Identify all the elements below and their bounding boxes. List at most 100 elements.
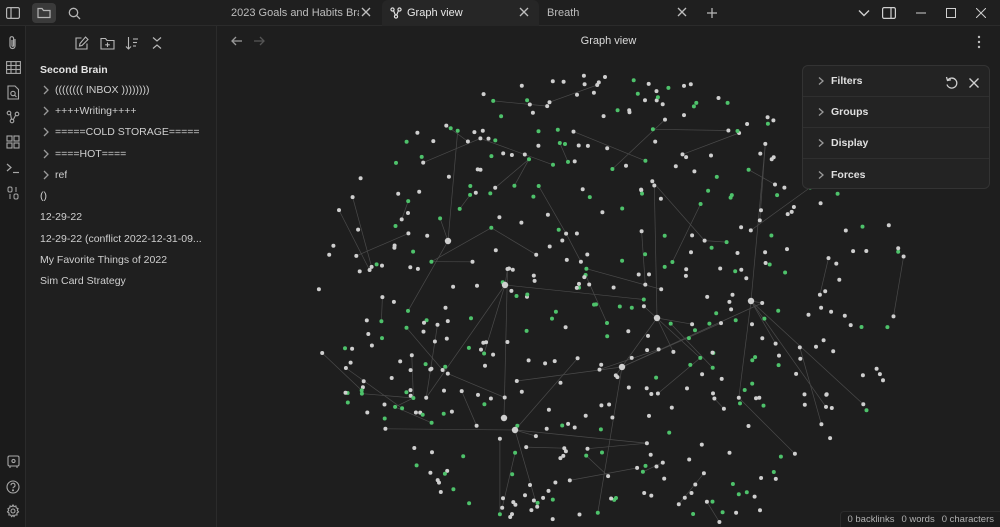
graph-node[interactable] [687,457,692,462]
graph-node[interactable] [577,281,581,286]
graph-node[interactable] [482,351,487,356]
graph-node[interactable] [584,266,589,271]
close-icon[interactable] [675,5,689,19]
graph-node[interactable] [534,252,539,257]
graph-node[interactable] [350,195,355,200]
graph-node[interactable] [383,426,388,431]
graph-node[interactable] [615,108,620,113]
graph-node[interactable] [603,75,607,79]
graph-node[interactable] [699,442,704,447]
graph-node[interactable] [717,520,722,524]
graph-node[interactable] [819,422,824,427]
graph-node[interactable] [745,122,750,126]
graph-node[interactable] [505,340,510,344]
graph-node[interactable] [394,160,398,165]
collapse-all-icon[interactable] [148,34,166,52]
graph-node[interactable] [662,264,667,269]
graph-node[interactable] [744,490,749,495]
graph-node[interactable] [584,453,589,458]
file-item[interactable]: 12-29-22 (conflict 2022-12-31-09... [26,229,216,249]
graph-node[interactable] [535,504,540,509]
graph-node[interactable] [773,341,778,346]
folder-cold-storage[interactable]: =====COLD STORAGE===== [26,122,216,142]
graph-node[interactable] [587,195,592,200]
graph-node[interactable] [561,79,566,84]
graph-node[interactable] [510,472,515,477]
graph-node[interactable] [618,363,626,371]
graph-node[interactable] [547,100,552,105]
graph-node[interactable] [707,321,712,326]
tab-goals[interactable]: 2023 Goals and Habits Bra... [223,0,381,26]
graph-node[interactable] [413,410,418,415]
graph-node[interactable] [747,297,755,305]
graph-node[interactable] [680,152,685,157]
graph-node[interactable] [671,349,676,354]
graph-node[interactable] [468,192,473,197]
graph-node[interactable] [585,252,590,257]
graph-node[interactable] [785,212,790,217]
graph-node[interactable] [860,224,865,229]
graph-node[interactable] [601,114,606,119]
graph-node[interactable] [735,129,740,133]
terminal-icon[interactable] [3,158,23,178]
graph-node[interactable] [901,254,906,259]
graph-node[interactable] [624,163,628,168]
graph-node[interactable] [670,260,675,264]
graph-node[interactable] [655,391,660,396]
graph-node[interactable] [553,309,558,314]
graph-node[interactable] [350,346,355,351]
graph-node[interactable] [380,295,385,300]
graph-node[interactable] [647,413,651,418]
graph-node[interactable] [380,336,384,341]
graph-node[interactable] [818,201,823,206]
graph-node[interactable] [730,482,735,486]
graph-node[interactable] [582,82,587,87]
graph-node[interactable] [491,98,496,103]
graph-node[interactable] [575,356,580,361]
graph-node[interactable] [519,389,524,394]
graph-node[interactable] [423,362,428,367]
graph-node[interactable] [497,512,502,517]
graph-node[interactable] [415,266,420,271]
graph-node[interactable] [719,321,723,326]
minimize-icon[interactable] [911,4,931,22]
graph-node[interactable] [527,102,532,107]
graph-node[interactable] [736,492,741,497]
graph-node[interactable] [502,395,507,400]
graph-node[interactable] [631,78,636,83]
graph-node[interactable] [763,250,768,255]
graph-node[interactable] [629,305,634,310]
graph-node[interactable] [429,420,434,425]
graph-node[interactable] [563,142,567,146]
graph-node[interactable] [776,363,781,368]
graph-node[interactable] [597,367,602,372]
graph-node[interactable] [605,146,610,151]
graph-node[interactable] [792,451,797,456]
graph-node[interactable] [842,313,847,318]
graph-node[interactable] [519,83,524,88]
graph-node[interactable] [653,314,661,322]
graph-node[interactable] [389,376,394,380]
graph-node[interactable] [682,83,686,88]
graph-node[interactable] [343,390,348,395]
graph-node[interactable] [575,92,579,97]
graph-node[interactable] [659,287,664,292]
graph-node[interactable] [698,355,703,360]
graph-node[interactable] [730,292,735,297]
graph-node[interactable] [739,225,744,230]
graph-node[interactable] [791,205,796,209]
graph-node[interactable] [701,471,706,476]
graph-node[interactable] [773,182,777,187]
graph-node[interactable] [600,210,605,215]
graph-node[interactable] [686,336,691,341]
graph-node[interactable] [525,98,530,103]
graph-node[interactable] [714,174,719,179]
graph-node[interactable] [558,456,563,461]
graph-node[interactable] [758,151,763,156]
graph-node[interactable] [711,391,715,396]
graph-node[interactable] [673,164,678,169]
graph-node[interactable] [662,233,667,238]
graph-node[interactable] [359,388,364,393]
graph-node[interactable] [733,318,738,323]
graph-node[interactable] [639,187,644,192]
